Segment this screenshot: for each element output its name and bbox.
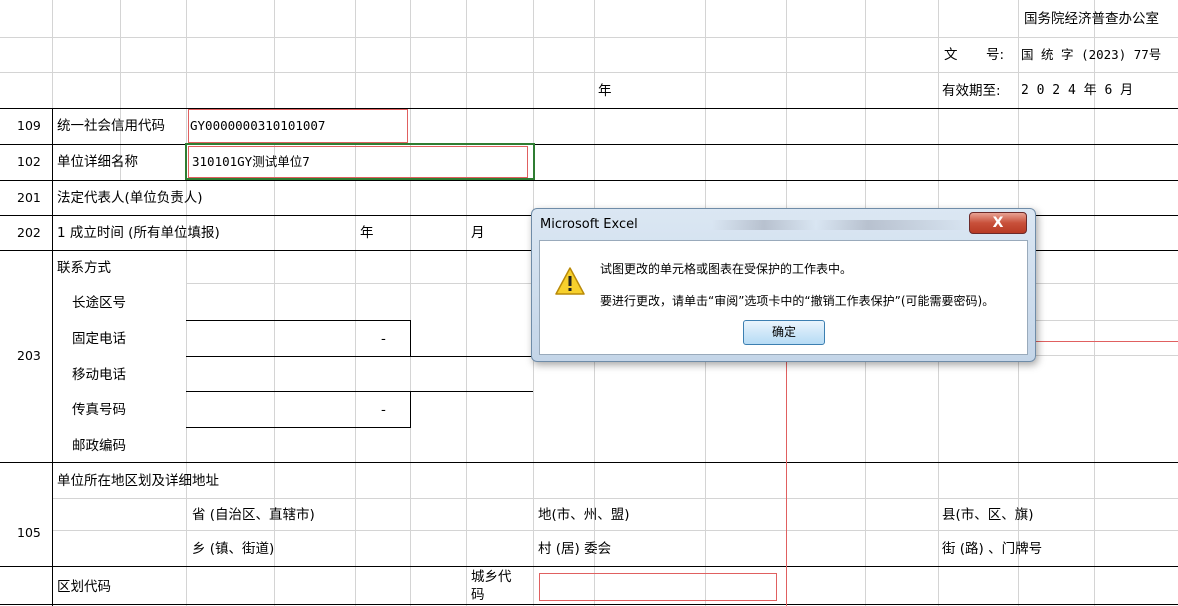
- established-label: 1 成立时间 (所有单位填报): [57, 225, 220, 241]
- unit-name-label: 单位详细名称: [57, 154, 138, 170]
- warning-icon: [555, 267, 585, 295]
- contact-label: 联系方式: [57, 260, 111, 276]
- year-unit: 年: [360, 225, 374, 241]
- city-label: 地(市、州、盟): [538, 507, 630, 523]
- province-label: 省 (自治区、直辖市): [192, 507, 315, 523]
- credit-code-label: 统一社会信用代码: [57, 118, 165, 134]
- excel-alert-dialog: Microsoft Excel X 试图更改的单元格或图表在受保护的工作表中。 …: [531, 208, 1036, 362]
- row-number: 109: [17, 118, 41, 133]
- postal-label: 邮政编码: [72, 438, 126, 454]
- unit-name-value[interactable]: 310101GY测试单位7: [192, 153, 310, 171]
- village-label: 村 (居) 委会: [538, 541, 612, 557]
- close-icon[interactable]: X: [969, 212, 1027, 234]
- area-code-label: 区划代码: [57, 579, 111, 595]
- dialog-message-1: 试图更改的单元格或图表在受保护的工作表中。: [600, 262, 853, 276]
- row-number: 102: [17, 154, 41, 169]
- row-number: 203: [17, 348, 41, 363]
- fax-label: 传真号码: [72, 402, 126, 418]
- row-number: 202: [17, 225, 41, 240]
- street-label: 街 (路) 、门牌号: [942, 541, 1043, 557]
- urban-rural-label-2: 码: [471, 587, 485, 603]
- dialog-message-2: 要进行更改，请单击“审阅”选项卡中的“撤销工作表保护”(可能需要密码)。: [600, 294, 995, 308]
- legal-rep-label: 法定代表人(单位负责人): [57, 190, 203, 206]
- row-number: 201: [17, 190, 41, 205]
- address-label: 单位所在地区划及详细地址: [57, 473, 219, 489]
- county-label: 县(市、区、旗): [942, 507, 1034, 523]
- township-label: 乡 (镇、街道): [192, 541, 275, 557]
- ok-button[interactable]: 确定: [743, 320, 825, 345]
- validity-label: 有效期至:: [942, 83, 1001, 99]
- landline-dash: -: [381, 331, 386, 347]
- credit-code-value[interactable]: GY0000000310101007: [190, 117, 325, 135]
- long-distance-label: 长途区号: [72, 295, 126, 311]
- office-name: 国务院经济普查办公室: [1024, 11, 1159, 27]
- validity-value: 2 0 2 4 年 6 月: [1021, 83, 1134, 98]
- doc-label-a: 文: [944, 47, 958, 63]
- dialog-title-blur: [712, 220, 972, 230]
- fax-dash: -: [381, 402, 386, 418]
- year-label: 年: [598, 83, 612, 99]
- landline-label: 固定电话: [72, 331, 126, 347]
- doc-number: 国 统 字 (2023) 77号: [1021, 47, 1162, 62]
- urban-rural-label-1: 城乡代: [471, 569, 512, 585]
- month-unit: 月: [471, 225, 485, 241]
- dialog-title: Microsoft Excel: [540, 217, 638, 232]
- mobile-label: 移动电话: [72, 367, 126, 383]
- row-number: 105: [17, 525, 41, 540]
- urban-rural-code-field[interactable]: [539, 573, 777, 601]
- doc-label-b: 号:: [986, 47, 1005, 63]
- dialog-body: 试图更改的单元格或图表在受保护的工作表中。 要进行更改，请单击“审阅”选项卡中的…: [539, 240, 1028, 355]
